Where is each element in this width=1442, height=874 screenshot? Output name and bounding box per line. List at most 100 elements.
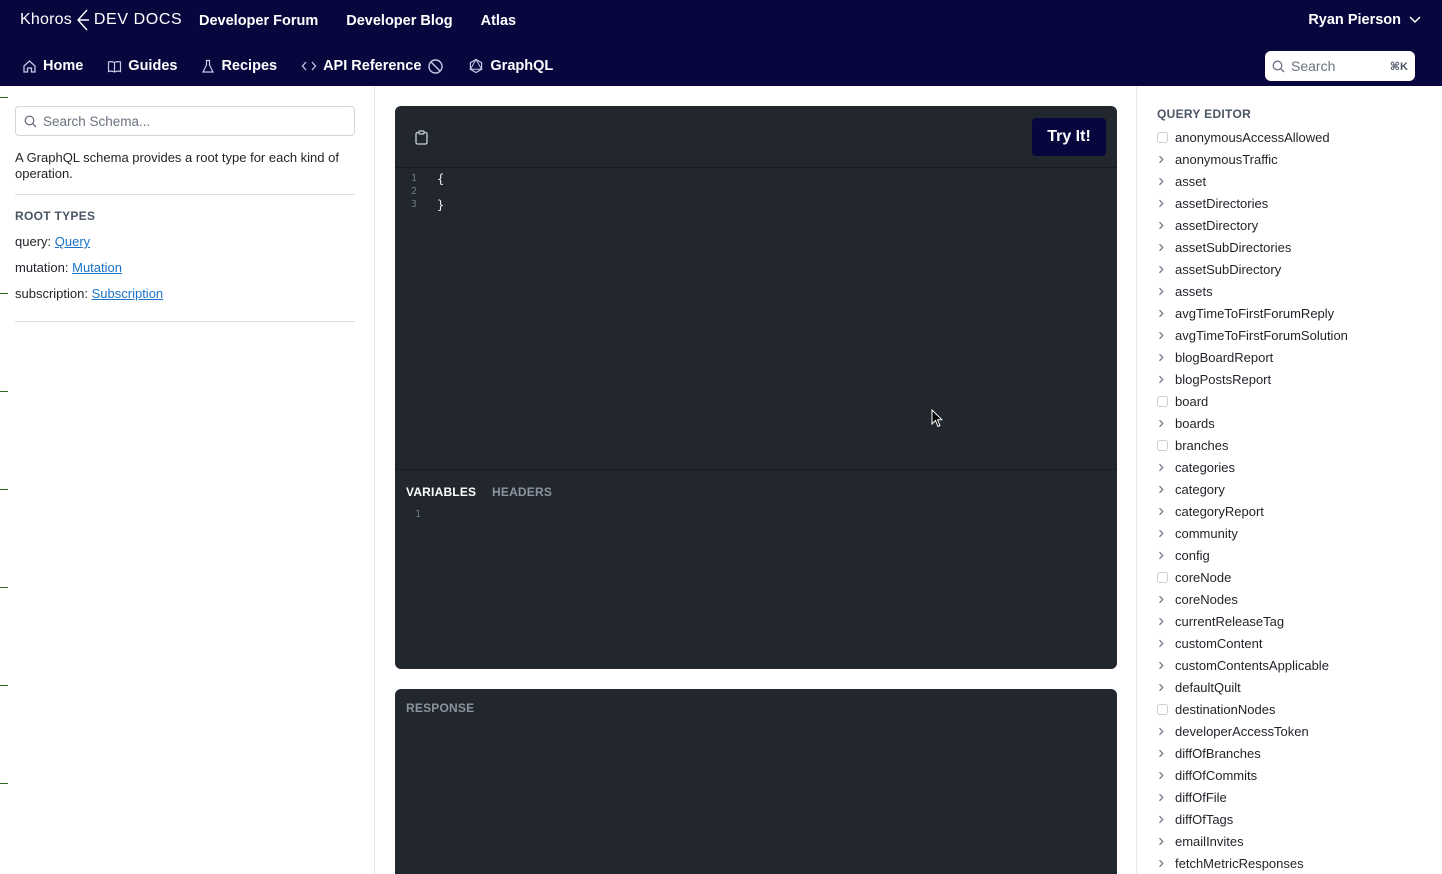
checkbox-icon[interactable] [1157,390,1175,412]
field-item[interactable]: blogPostsReport [1157,368,1348,390]
chevron-right-icon[interactable] [1157,214,1175,236]
field-item[interactable]: categoryReport [1157,500,1348,522]
field-item[interactable]: avgTimeToFirstForumSolution [1157,324,1348,346]
tab-variables[interactable]: VARIABLES [406,485,476,499]
field-item[interactable]: destinationNodes [1157,698,1348,720]
chevron-right-icon[interactable] [1157,478,1175,500]
chevron-right-icon[interactable] [1157,764,1175,786]
chevron-right-icon[interactable] [1157,632,1175,654]
field-name: assetDirectories [1175,195,1269,211]
checkbox-icon[interactable] [1157,698,1175,720]
nav-atlas[interactable]: Atlas [481,12,516,30]
chevron-right-icon[interactable] [1157,720,1175,742]
subnav-guides[interactable]: Guides [107,57,177,75]
checkbox-icon[interactable] [1157,566,1175,588]
user-menu[interactable]: Ryan Pierson [1308,12,1421,28]
try-it-button[interactable]: Try It! [1032,118,1106,156]
field-item[interactable]: fetchMetricResponses [1157,852,1348,874]
brand-name: Khoros [20,11,72,28]
field-item[interactable]: community [1157,522,1348,544]
root-type-link-subscription[interactable]: Subscription [92,286,164,301]
chevron-right-icon[interactable] [1157,544,1175,566]
search-shortcut: ⌘K [1389,60,1408,73]
checkbox-icon[interactable] [1157,126,1175,148]
root-type-link-query[interactable]: Query [55,234,90,249]
loading-spinner-icon [428,58,444,74]
field-item[interactable]: emailInvites [1157,830,1348,852]
field-item[interactable]: anonymousAccessAllowed [1157,126,1348,148]
chevron-right-icon[interactable] [1157,192,1175,214]
field-item[interactable]: branches [1157,434,1348,456]
chevron-right-icon[interactable] [1157,654,1175,676]
chevron-right-icon[interactable] [1157,610,1175,632]
field-name: category [1175,481,1225,497]
chevron-right-icon[interactable] [1157,258,1175,280]
field-item[interactable]: assetSubDirectory [1157,258,1348,280]
field-item[interactable]: diffOfCommits [1157,764,1348,786]
field-item[interactable]: customContent [1157,632,1348,654]
khoros-mark-icon [76,9,89,31]
chevron-right-icon[interactable] [1157,346,1175,368]
field-item[interactable]: blogBoardReport [1157,346,1348,368]
field-item[interactable]: anonymousTraffic [1157,148,1348,170]
field-item[interactable]: assets [1157,280,1348,302]
site-search[interactable]: Search ⌘K [1265,51,1415,81]
field-item[interactable]: developerAccessToken [1157,720,1348,742]
field-item[interactable]: config [1157,544,1348,566]
tab-headers[interactable]: HEADERS [492,485,552,499]
chevron-right-icon[interactable] [1157,742,1175,764]
field-item[interactable]: coreNodes [1157,588,1348,610]
chevron-right-icon[interactable] [1157,808,1175,830]
field-item[interactable]: diffOfFile [1157,786,1348,808]
field-item[interactable]: avgTimeToFirstForumReply [1157,302,1348,324]
subnav-home[interactable]: Home [22,57,83,75]
clipboard-icon[interactable] [415,130,428,145]
chevron-right-icon[interactable] [1157,676,1175,698]
chevron-right-icon[interactable] [1157,280,1175,302]
field-item[interactable]: assetDirectories [1157,192,1348,214]
subnav-graphql[interactable]: GraphQL [468,57,553,75]
chevron-right-icon[interactable] [1157,456,1175,478]
field-name: anonymousAccessAllowed [1175,129,1330,145]
site-logo[interactable]: Khoros DEV DOCS [20,8,182,32]
nav-developer-forum[interactable]: Developer Forum [199,12,318,30]
subnav-api-reference-label: API Reference [323,58,422,74]
field-item[interactable]: currentReleaseTag [1157,610,1348,632]
field-item[interactable]: defaultQuilt [1157,676,1348,698]
root-type-label: query: [15,234,52,249]
edge-tick [0,685,8,686]
field-name: blogPostsReport [1175,371,1272,387]
subnav-recipes[interactable]: Recipes [201,57,277,75]
chevron-right-icon[interactable] [1157,412,1175,434]
root-type-link-mutation[interactable]: Mutation [72,260,122,275]
field-item[interactable]: categories [1157,456,1348,478]
field-item[interactable]: customContentsApplicable [1157,654,1348,676]
nav-developer-blog[interactable]: Developer Blog [346,12,452,30]
chevron-right-icon[interactable] [1157,324,1175,346]
top-nav: Developer Forum Developer Blog Atlas [199,12,516,30]
chevron-right-icon[interactable] [1157,786,1175,808]
field-item[interactable]: assetSubDirectories [1157,236,1348,258]
checkbox-icon[interactable] [1157,434,1175,456]
field-item[interactable]: coreNode [1157,566,1348,588]
chevron-right-icon[interactable] [1157,302,1175,324]
chevron-right-icon[interactable] [1157,148,1175,170]
field-item[interactable]: diffOfBranches [1157,742,1348,764]
field-item[interactable]: boards [1157,412,1348,434]
field-item[interactable]: diffOfTags [1157,808,1348,830]
chevron-right-icon[interactable] [1157,170,1175,192]
chevron-right-icon[interactable] [1157,368,1175,390]
field-item[interactable]: assetDirectory [1157,214,1348,236]
subnav-api-reference[interactable]: API Reference [301,57,444,75]
chevron-right-icon[interactable] [1157,588,1175,610]
field-item[interactable]: asset [1157,170,1348,192]
chevron-right-icon[interactable] [1157,522,1175,544]
subnav-home-label: Home [43,58,84,74]
field-item[interactable]: board [1157,390,1348,412]
chevron-right-icon[interactable] [1157,500,1175,522]
chevron-right-icon[interactable] [1157,830,1175,852]
field-item[interactable]: category [1157,478,1348,500]
chevron-right-icon[interactable] [1157,852,1175,874]
schema-search-input[interactable]: Search Schema... [15,106,355,136]
chevron-right-icon[interactable] [1157,236,1175,258]
